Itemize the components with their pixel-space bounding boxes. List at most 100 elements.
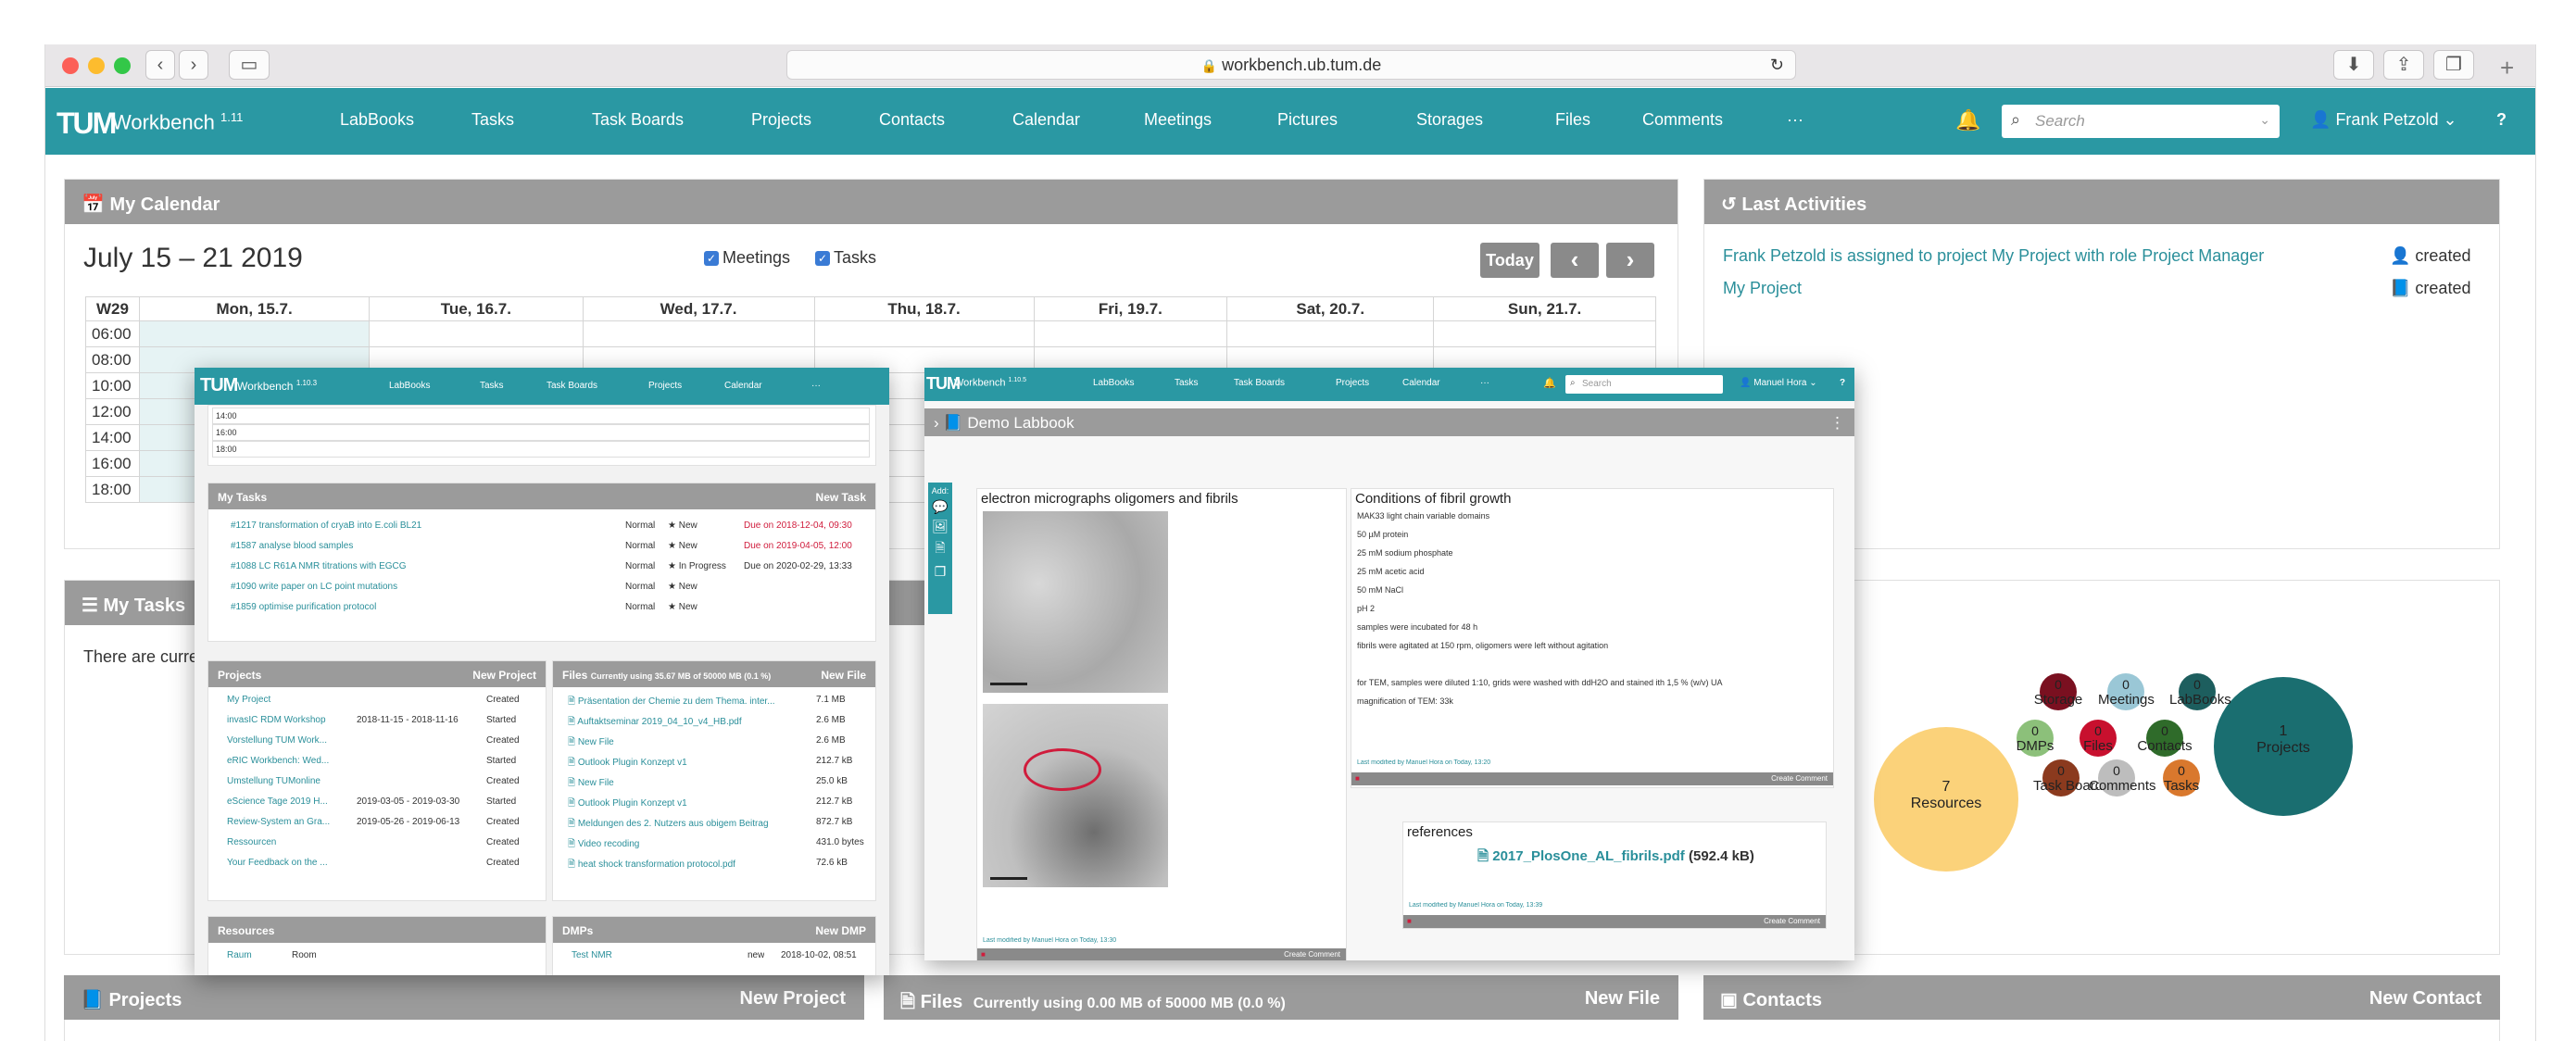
reload-icon[interactable]: ↻ <box>1770 51 1784 79</box>
add-file-icon[interactable]: 🗎 <box>928 538 952 560</box>
overlay1-project-name[interactable]: Your Feedback on the ... <box>227 858 357 868</box>
overlay2-bell-icon[interactable]: 🔔 <box>1543 377 1556 389</box>
overlay1-nav-tasks[interactable]: Tasks <box>480 381 504 391</box>
overlay1-new-task-button[interactable]: New Task <box>816 491 866 504</box>
nav-item-meetings[interactable]: Meetings <box>1144 110 1212 130</box>
bubble-storage[interactable]: 0 Storage <box>2034 673 2082 710</box>
bubble-dmps[interactable]: 0 DMPs <box>2017 720 2054 757</box>
overlay1-dmp-name[interactable]: Test NMR <box>572 950 612 960</box>
calendar-slot[interactable] <box>369 320 584 347</box>
overlay2-nav-labbooks[interactable]: LabBooks <box>1093 378 1134 388</box>
calendar-slot[interactable] <box>813 320 1035 347</box>
projects-bubble[interactable]: 1 Projects <box>2214 677 2353 816</box>
overlay1-project-name[interactable]: eRIC Workbench: Wed... <box>227 756 357 766</box>
overlay1-task-title[interactable]: #1088 LC R61A NMR titrations with EGCG <box>231 561 407 571</box>
minimize-window-button[interactable] <box>88 57 105 74</box>
add-picture-icon[interactable]: 🖼 <box>928 519 952 534</box>
forward-icon[interactable]: › <box>179 50 208 80</box>
new-contact-button[interactable]: New Contact <box>2369 988 2482 1010</box>
overlay1-nav-more[interactable]: ··· <box>811 381 821 391</box>
calendar-slot[interactable] <box>1033 320 1228 347</box>
meetings-checkbox[interactable]: ✓ <box>704 251 719 267</box>
overlay1-project-name[interactable]: Review-System an Gra... <box>227 817 357 827</box>
next-week-button[interactable]: › <box>1606 243 1654 278</box>
bubble-tasks[interactable]: 0 Tasks <box>2163 759 2200 796</box>
nav-item-projects[interactable]: Projects <box>751 110 811 130</box>
overlay1-file-link[interactable]: 🗎 New File <box>568 776 805 792</box>
nav-item-pictures[interactable]: Pictures <box>1277 110 1338 130</box>
micrograph-oligomers-image[interactable] <box>983 511 1168 693</box>
overlay1-project-name[interactable]: My Project <box>227 695 357 705</box>
back-icon[interactable]: ‹ <box>145 50 175 80</box>
overlay1-nav-labbooks[interactable]: LabBooks <box>389 381 430 391</box>
create-comment-button[interactable]: Create Comment <box>1284 950 1340 959</box>
reference-file-link[interactable]: 🗎 2017_PlosOne_AL_fibrils.pdf (592.4 kB) <box>1477 847 1754 870</box>
nav-item-files[interactable]: Files <box>1555 110 1590 130</box>
overlay1-resource-name[interactable]: Raum <box>227 950 252 960</box>
bell-icon[interactable]: 🔔 <box>1955 108 1980 132</box>
overlay1-file-link[interactable]: 🗎 Outlook Plugin Konzept v1 <box>568 796 805 812</box>
overlay1-new-project-button[interactable]: New Project <box>472 669 536 682</box>
overlay1-task-title[interactable]: #1217 transformation of cryaB into E.col… <box>231 520 421 531</box>
tasks-checkbox[interactable]: ✓ <box>815 251 830 267</box>
overlay2-nav-task-boards[interactable]: Task Boards <box>1234 378 1285 388</box>
nav-item-comments[interactable]: Comments <box>1642 110 1723 130</box>
labbook-menu-icon[interactable]: ⋮ <box>1829 414 1845 433</box>
overlay2-help-icon[interactable]: ? <box>1840 378 1845 388</box>
overlay1-project-name[interactable]: Vorstellung TUM Work... <box>227 735 357 746</box>
overlay1-project-name[interactable]: Ressourcen <box>227 837 357 847</box>
overlay2-search-input[interactable]: ⌕ Search <box>1565 375 1723 394</box>
bubble-contacts[interactable]: 0 Contacts <box>2137 720 2193 757</box>
create-comment-button[interactable]: Create Comment <box>1771 774 1828 783</box>
search-input[interactable]: ⌕ Search ⌄ <box>2002 105 2280 138</box>
share-icon[interactable]: ⇪ <box>2383 50 2424 80</box>
labbook-cell-conditions[interactable]: Conditions of fibril growth MAK33 light … <box>1351 488 1834 788</box>
maximize-window-button[interactable] <box>114 57 131 74</box>
overlay1-project-name[interactable]: Umstellung TUMonline <box>227 776 357 786</box>
meetings-toggle[interactable]: ✓ Meetings <box>704 248 790 268</box>
bubble-labbooks[interactable]: 0 LabBooks <box>2169 673 2231 710</box>
add-comment-icon[interactable]: 💬 <box>928 499 952 515</box>
nav-item-calendar[interactable]: Calendar <box>1012 110 1080 130</box>
url-bar[interactable]: 🔒 workbench.ub.tum.de ↻ <box>786 50 1796 80</box>
prev-week-button[interactable]: ‹ <box>1551 243 1599 278</box>
nav-item-tasks[interactable]: Tasks <box>471 110 514 130</box>
overlay1-nav-task-boards[interactable]: Task Boards <box>547 381 597 391</box>
micrograph-fibrils-image[interactable] <box>983 704 1168 887</box>
calendar-slot[interactable] <box>1433 320 1656 347</box>
bubble-meetings[interactable]: 0 Meetings <box>2098 673 2155 710</box>
overlay1-file-link[interactable]: 🗎 heat shock transformation protocol.pdf <box>568 858 805 873</box>
tasks-toggle[interactable]: ✓ Tasks <box>815 248 876 268</box>
overlay1-file-link[interactable]: 🗎 Präsentation der Chemie zu dem Thema. … <box>568 695 805 710</box>
calendar-slot[interactable] <box>138 320 371 347</box>
overlay1-project-name[interactable]: eScience Tage 2019 H... <box>227 796 357 807</box>
overlay1-project-name[interactable]: invasIC RDM Workshop <box>227 715 357 725</box>
download-icon[interactable]: ⬇ <box>2333 50 2374 80</box>
overlay1-task-title[interactable]: #1859 optimise purification protocol <box>231 602 376 612</box>
overlay1-file-link[interactable]: 🗎 Video recoding <box>568 837 805 853</box>
bubble-task-boards[interactable]: 0 Task Boards <box>2033 759 2110 796</box>
today-button[interactable]: Today <box>1480 243 1539 278</box>
overlay2-nav-tasks[interactable]: Tasks <box>1175 378 1199 388</box>
add-note-icon[interactable]: ❐ <box>928 564 952 580</box>
overlay1-new-file-button[interactable]: New File <box>821 669 866 682</box>
overlay1-file-link[interactable]: 🗎 New File <box>568 735 805 751</box>
overlay1-task-title[interactable]: #1090 write paper on LC point mutations <box>231 582 397 592</box>
overlay2-nav-projects[interactable]: Projects <box>1336 378 1369 388</box>
overlay1-new-dmp-button[interactable]: New DMP <box>815 924 866 937</box>
overlay1-nav-projects[interactable]: Projects <box>648 381 682 391</box>
nav-item-task-boards[interactable]: Task Boards <box>592 110 684 130</box>
delete-icon[interactable]: ■ <box>1355 774 1360 783</box>
bubble-files[interactable]: 0 Files <box>2080 720 2117 757</box>
delete-icon[interactable]: ■ <box>1407 917 1412 925</box>
overlay1-task-title[interactable]: #1587 analyse blood samples <box>231 541 353 551</box>
new-project-button[interactable]: New Project <box>740 988 846 1010</box>
overlay1-file-link[interactable]: 🗎 Meldungen des 2. Nutzers aus obigem Be… <box>568 817 805 833</box>
overlay2-nav-calendar[interactable]: Calendar <box>1402 378 1440 388</box>
help-icon[interactable]: ? <box>2496 110 2507 130</box>
close-window-button[interactable] <box>62 57 79 74</box>
nav-item-more[interactable]: ··· <box>1787 110 1803 130</box>
create-comment-button[interactable]: Create Comment <box>1764 917 1820 925</box>
tabs-icon[interactable]: ❐ <box>2433 50 2474 80</box>
calendar-slot[interactable] <box>582 320 815 347</box>
